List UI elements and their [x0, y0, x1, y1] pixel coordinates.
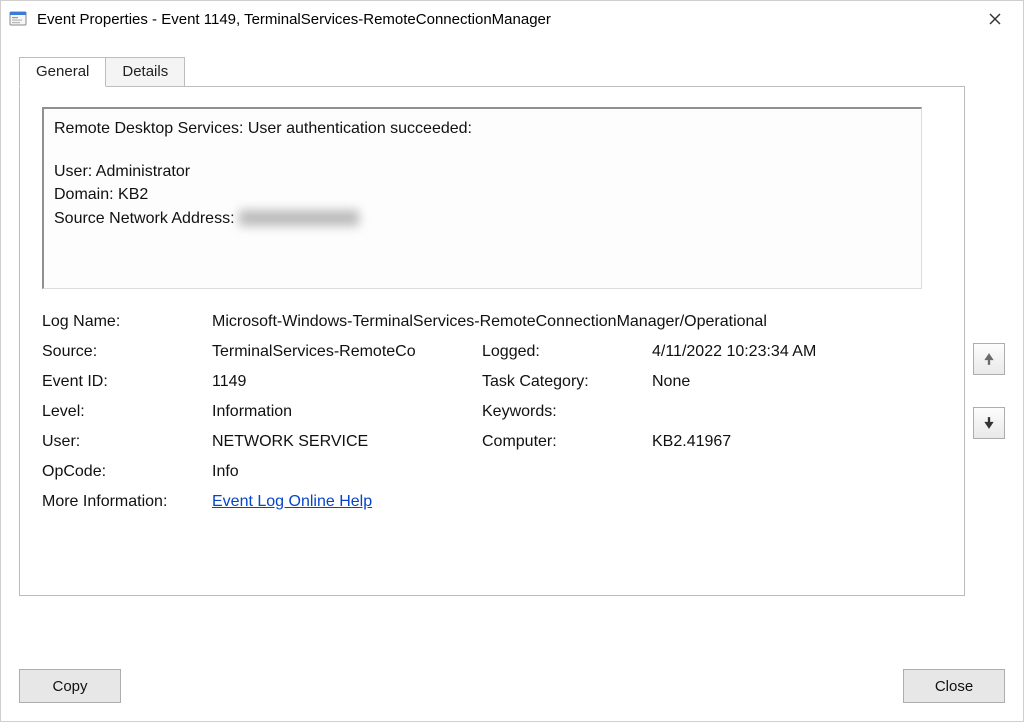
- log-name-value: Microsoft-Windows-TerminalServices-Remot…: [212, 313, 932, 331]
- event-fields-grid: Log Name: Microsoft-Windows-TerminalServ…: [42, 313, 932, 511]
- button-label: Copy: [52, 678, 87, 695]
- content-area: General Details Remote Desktop Services:…: [1, 43, 1023, 721]
- tab-label: General: [36, 63, 89, 80]
- log-name-label: Log Name:: [42, 313, 212, 331]
- description-domain-line: Domain: KB2: [54, 183, 911, 206]
- source-value: TerminalServices-RemoteCo: [212, 343, 482, 361]
- description-user-line: User: Administrator: [54, 160, 911, 183]
- logged-value: 4/11/2022 10:23:34 AM: [652, 343, 932, 361]
- next-event-button[interactable]: [973, 407, 1005, 439]
- desc-user-value: Administrator: [96, 163, 190, 180]
- desc-user-label: User:: [54, 163, 92, 180]
- desc-domain-label: Domain:: [54, 186, 114, 203]
- task-category-value: None: [652, 373, 932, 391]
- user-value: NETWORK SERVICE: [212, 433, 482, 451]
- event-description-box[interactable]: Remote Desktop Services: User authentica…: [42, 107, 922, 289]
- app-icon: [9, 10, 27, 28]
- nav-arrows: [973, 343, 1005, 439]
- desc-domain-value: KB2: [118, 186, 148, 203]
- close-button[interactable]: Close: [903, 669, 1005, 703]
- redacted-ip: [239, 210, 359, 226]
- task-category-label: Task Category:: [482, 373, 652, 391]
- dialog-footer: Copy Close: [19, 669, 1005, 703]
- keywords-label: Keywords:: [482, 403, 652, 421]
- event-id-value: 1149: [212, 373, 482, 391]
- source-label: Source:: [42, 343, 212, 361]
- more-info-value: Event Log Online Help: [212, 493, 932, 511]
- level-label: Level:: [42, 403, 212, 421]
- computer-label: Computer:: [482, 433, 652, 451]
- logged-label: Logged:: [482, 343, 652, 361]
- desc-addr-label: Source Network Address:: [54, 210, 235, 227]
- window-title: Event Properties - Event 1149, TerminalS…: [37, 11, 975, 28]
- event-id-label: Event ID:: [42, 373, 212, 391]
- event-log-online-help-link[interactable]: Event Log Online Help: [212, 493, 372, 510]
- copy-button[interactable]: Copy: [19, 669, 121, 703]
- description-addr-line: Source Network Address:: [54, 207, 911, 230]
- computer-value: KB2.41967: [652, 433, 932, 451]
- button-label: Close: [935, 678, 973, 695]
- titlebar: Event Properties - Event 1149, TerminalS…: [1, 1, 1023, 37]
- prev-event-button[interactable]: [973, 343, 1005, 375]
- spacer: [54, 140, 911, 160]
- tab-panel-general: Remote Desktop Services: User authentica…: [19, 86, 965, 596]
- event-properties-window: Event Properties - Event 1149, TerminalS…: [0, 0, 1024, 722]
- description-line: Remote Desktop Services: User authentica…: [54, 117, 911, 140]
- user-label: User:: [42, 433, 212, 451]
- tab-label: Details: [122, 63, 168, 80]
- tab-general[interactable]: General: [19, 57, 106, 87]
- opcode-label: OpCode:: [42, 463, 212, 481]
- tab-details[interactable]: Details: [105, 57, 185, 86]
- tab-strip: General Details: [19, 57, 1005, 86]
- more-info-label: More Information:: [42, 493, 212, 511]
- window-close-button[interactable]: [975, 4, 1015, 34]
- keywords-value: [652, 403, 932, 421]
- level-value: Information: [212, 403, 482, 421]
- opcode-value: Info: [212, 463, 932, 481]
